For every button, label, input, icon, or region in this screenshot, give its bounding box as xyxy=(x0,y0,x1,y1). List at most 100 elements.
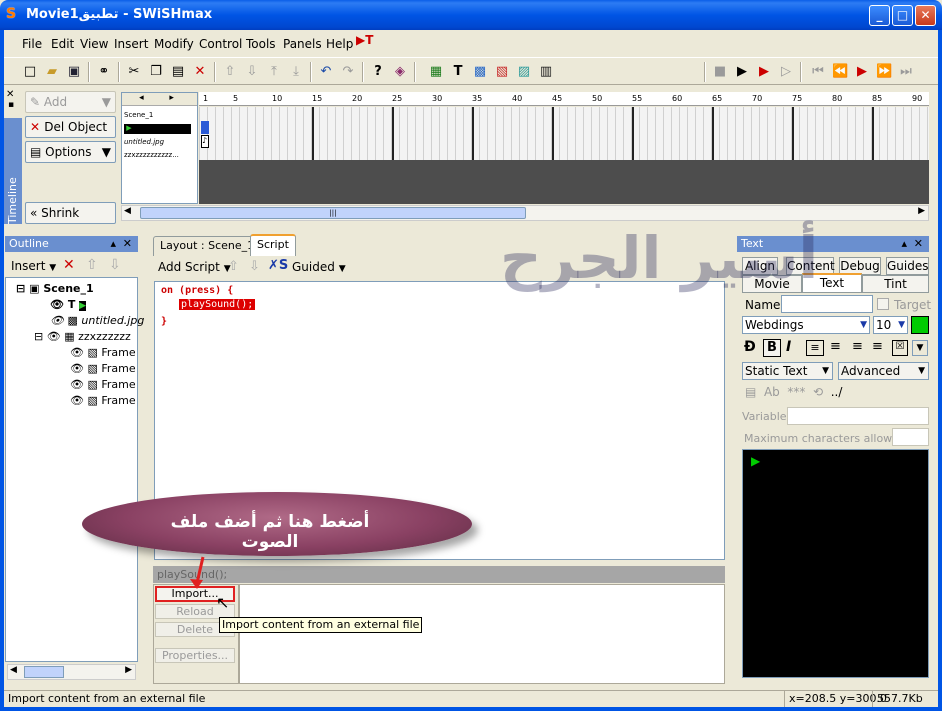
cut-icon[interactable]: ✂ xyxy=(126,64,142,80)
align-center-icon[interactable]: ≡ xyxy=(830,339,841,354)
tree-item-sprite[interactable]: ⊟ 👁 ▦ zzxzzzzzz xyxy=(34,330,131,343)
timeline-ruler[interactable]: 1 5 10 15 20 25 30 35 40 45 50 55 60 65 … xyxy=(199,92,929,106)
layer-sprite[interactable]: zzxzzzzzzzzzz... xyxy=(124,151,179,159)
timeline-close-icon[interactable]: ✕ xyxy=(6,89,14,100)
menu-insert[interactable]: Insert xyxy=(114,37,148,51)
maximize-button[interactable]: □ xyxy=(892,5,913,26)
insert-scene-icon[interactable]: ▦ xyxy=(428,64,444,80)
tree-expander-icon[interactable]: ⊟ xyxy=(34,330,43,343)
layer-text-selected[interactable]: ▶ xyxy=(124,124,191,134)
first-frame-icon[interactable]: ⏮ xyxy=(810,64,826,80)
new-file-icon[interactable]: □ xyxy=(22,64,38,80)
next-frame-marker-icon[interactable]: ▶ xyxy=(854,64,870,80)
variable-input[interactable] xyxy=(787,407,929,425)
menu-help[interactable]: Help xyxy=(326,37,353,51)
scroll-left-icon[interactable]: ◀ xyxy=(124,206,131,216)
code-line-close-brace[interactable]: } xyxy=(161,316,167,327)
add-script-menu[interactable]: Add Script ▼ xyxy=(158,260,231,274)
minimize-button[interactable]: _ xyxy=(869,5,890,26)
menu-tools[interactable]: Tools xyxy=(246,37,276,51)
layer-scene[interactable]: Scene_1 xyxy=(124,111,153,119)
open-folder-icon[interactable]: ▰ xyxy=(44,64,60,80)
play-icon[interactable]: ▶ xyxy=(734,64,750,80)
save-icon[interactable]: ▣ xyxy=(66,64,82,80)
undo-icon[interactable]: ↶ xyxy=(318,64,334,80)
tutorial-book-icon[interactable]: ◈ xyxy=(392,64,408,80)
delete-icon[interactable]: ✕ xyxy=(192,64,208,80)
properties-button[interactable]: Properties... xyxy=(155,648,235,663)
tab-guides[interactable]: Guides xyxy=(886,257,929,275)
text-panel-pin-icon[interactable]: ▴ xyxy=(901,236,907,252)
outline-scrollbar[interactable]: ◀ ▶ xyxy=(7,664,136,680)
tree-expander-icon[interactable]: ⊟ xyxy=(16,282,25,295)
outline-up-icon[interactable]: ⇧ xyxy=(86,257,98,273)
chevron-down-icon[interactable]: ▼ xyxy=(912,340,928,356)
max-chars-input[interactable] xyxy=(892,428,929,446)
timeline-collapse-icon[interactable]: ▪ xyxy=(8,100,14,110)
move-down-icon[interactable]: ⇩ xyxy=(244,64,260,80)
italic-icon[interactable]: I xyxy=(786,339,791,355)
tree-item-text[interactable]: 👁 T ▶ xyxy=(50,298,87,311)
align-justify-icon[interactable]: ≡ xyxy=(872,339,883,354)
tab-tint[interactable]: Tint xyxy=(862,275,929,293)
insert-image-icon[interactable]: ▩ xyxy=(472,64,488,80)
menu-modify[interactable]: Modify xyxy=(154,37,194,51)
outline-insert-menu[interactable]: Insert ▼ xyxy=(11,259,56,273)
insert-text-icon[interactable]: T xyxy=(450,64,466,80)
target-checkbox[interactable] xyxy=(877,298,889,310)
move-top-icon[interactable]: ⤒ xyxy=(266,64,282,80)
font-select[interactable]: Webdings ▼ xyxy=(742,316,870,334)
outline-close-icon[interactable]: ✕ xyxy=(123,236,132,252)
advanced-select[interactable]: Advanced ▼ xyxy=(838,362,929,380)
timeline-scrollbar[interactable]: ◀ ||| ▶ xyxy=(121,205,929,221)
paste-icon[interactable]: ▤ xyxy=(170,64,186,80)
options-button[interactable]: ▤ Options ▼ xyxy=(25,141,116,163)
script-down-icon[interactable]: ⇩ xyxy=(249,259,260,274)
timeline-scroll-thumb[interactable]: ||| xyxy=(140,207,526,219)
layer-image[interactable]: untitled.jpg xyxy=(124,138,164,146)
menu-control[interactable]: Control xyxy=(199,37,242,51)
layer-nav-arrows[interactable]: ◂ ▸ xyxy=(122,93,197,106)
scroll-left-icon[interactable]: ◀ xyxy=(10,665,17,675)
context-help-icon[interactable]: ? xyxy=(370,64,386,80)
text-options-icon[interactable]: ☒ xyxy=(892,340,908,356)
menu-view[interactable]: View xyxy=(80,37,108,51)
outline-scroll-thumb[interactable] xyxy=(24,666,64,678)
script-check-icon[interactable]: ✗S xyxy=(268,258,288,273)
stop-icon[interactable]: ■ xyxy=(712,64,728,80)
move-up-icon[interactable]: ⇧ xyxy=(222,64,238,80)
text-preview-area[interactable]: ▶ xyxy=(742,449,929,678)
outline-delete-icon[interactable]: ✕ xyxy=(63,257,75,273)
next-frame-icon[interactable]: ⏩ xyxy=(876,64,892,80)
outline-pin-icon[interactable]: ▴ xyxy=(110,236,116,252)
outline-down-icon[interactable]: ⇩ xyxy=(109,257,121,273)
copy-icon[interactable]: ❐ xyxy=(148,64,164,80)
move-bottom-icon[interactable]: ⤓ xyxy=(288,64,304,80)
insert-button-icon[interactable]: ▧ xyxy=(494,64,510,80)
code-line-on-press[interactable]: on (press) { xyxy=(161,285,233,296)
scroll-right-icon[interactable]: ▶ xyxy=(125,665,132,675)
menu-panels[interactable]: Panels xyxy=(283,37,322,51)
swish-app-icon[interactable]: S xyxy=(6,7,21,22)
frame-selection[interactable] xyxy=(201,121,209,134)
text-extra-tools[interactable]: ▤ Ab *** ⟲ ../ xyxy=(745,385,842,399)
align-right-icon[interactable]: ≡ xyxy=(852,339,863,354)
tab-script[interactable]: Script xyxy=(250,234,296,256)
timeline-frame-grid[interactable]: ♪ xyxy=(199,107,929,160)
shrink-button[interactable]: « Shrink xyxy=(25,202,116,224)
tree-item-frame[interactable]: 👁 ▧ Frame xyxy=(70,362,136,375)
insert-sound-icon[interactable]: ▥ xyxy=(538,64,554,80)
text-type-select[interactable]: Static Text ▼ xyxy=(742,362,833,380)
add-effect-button[interactable]: ✎ Add ▼ xyxy=(25,91,116,113)
tab-layout[interactable]: Layout : Scene_1 xyxy=(153,236,262,256)
help-pointer-icon[interactable]: ▶T xyxy=(356,33,373,47)
del-object-button[interactable]: ✕ Del Object xyxy=(25,116,116,138)
code-line-playsound[interactable]: playSound(); xyxy=(179,299,256,310)
close-button[interactable]: ✕ xyxy=(915,5,936,26)
find-icon[interactable]: ⚭ xyxy=(96,64,112,80)
insert-sprite-icon[interactable]: ▨ xyxy=(516,64,532,80)
play-timeline-icon[interactable]: ▷ xyxy=(778,64,794,80)
play-scene-icon[interactable]: ▶ xyxy=(756,64,772,80)
tree-item-frame[interactable]: 👁 ▧ Frame xyxy=(70,378,136,391)
redo-icon[interactable]: ↷ xyxy=(340,64,356,80)
